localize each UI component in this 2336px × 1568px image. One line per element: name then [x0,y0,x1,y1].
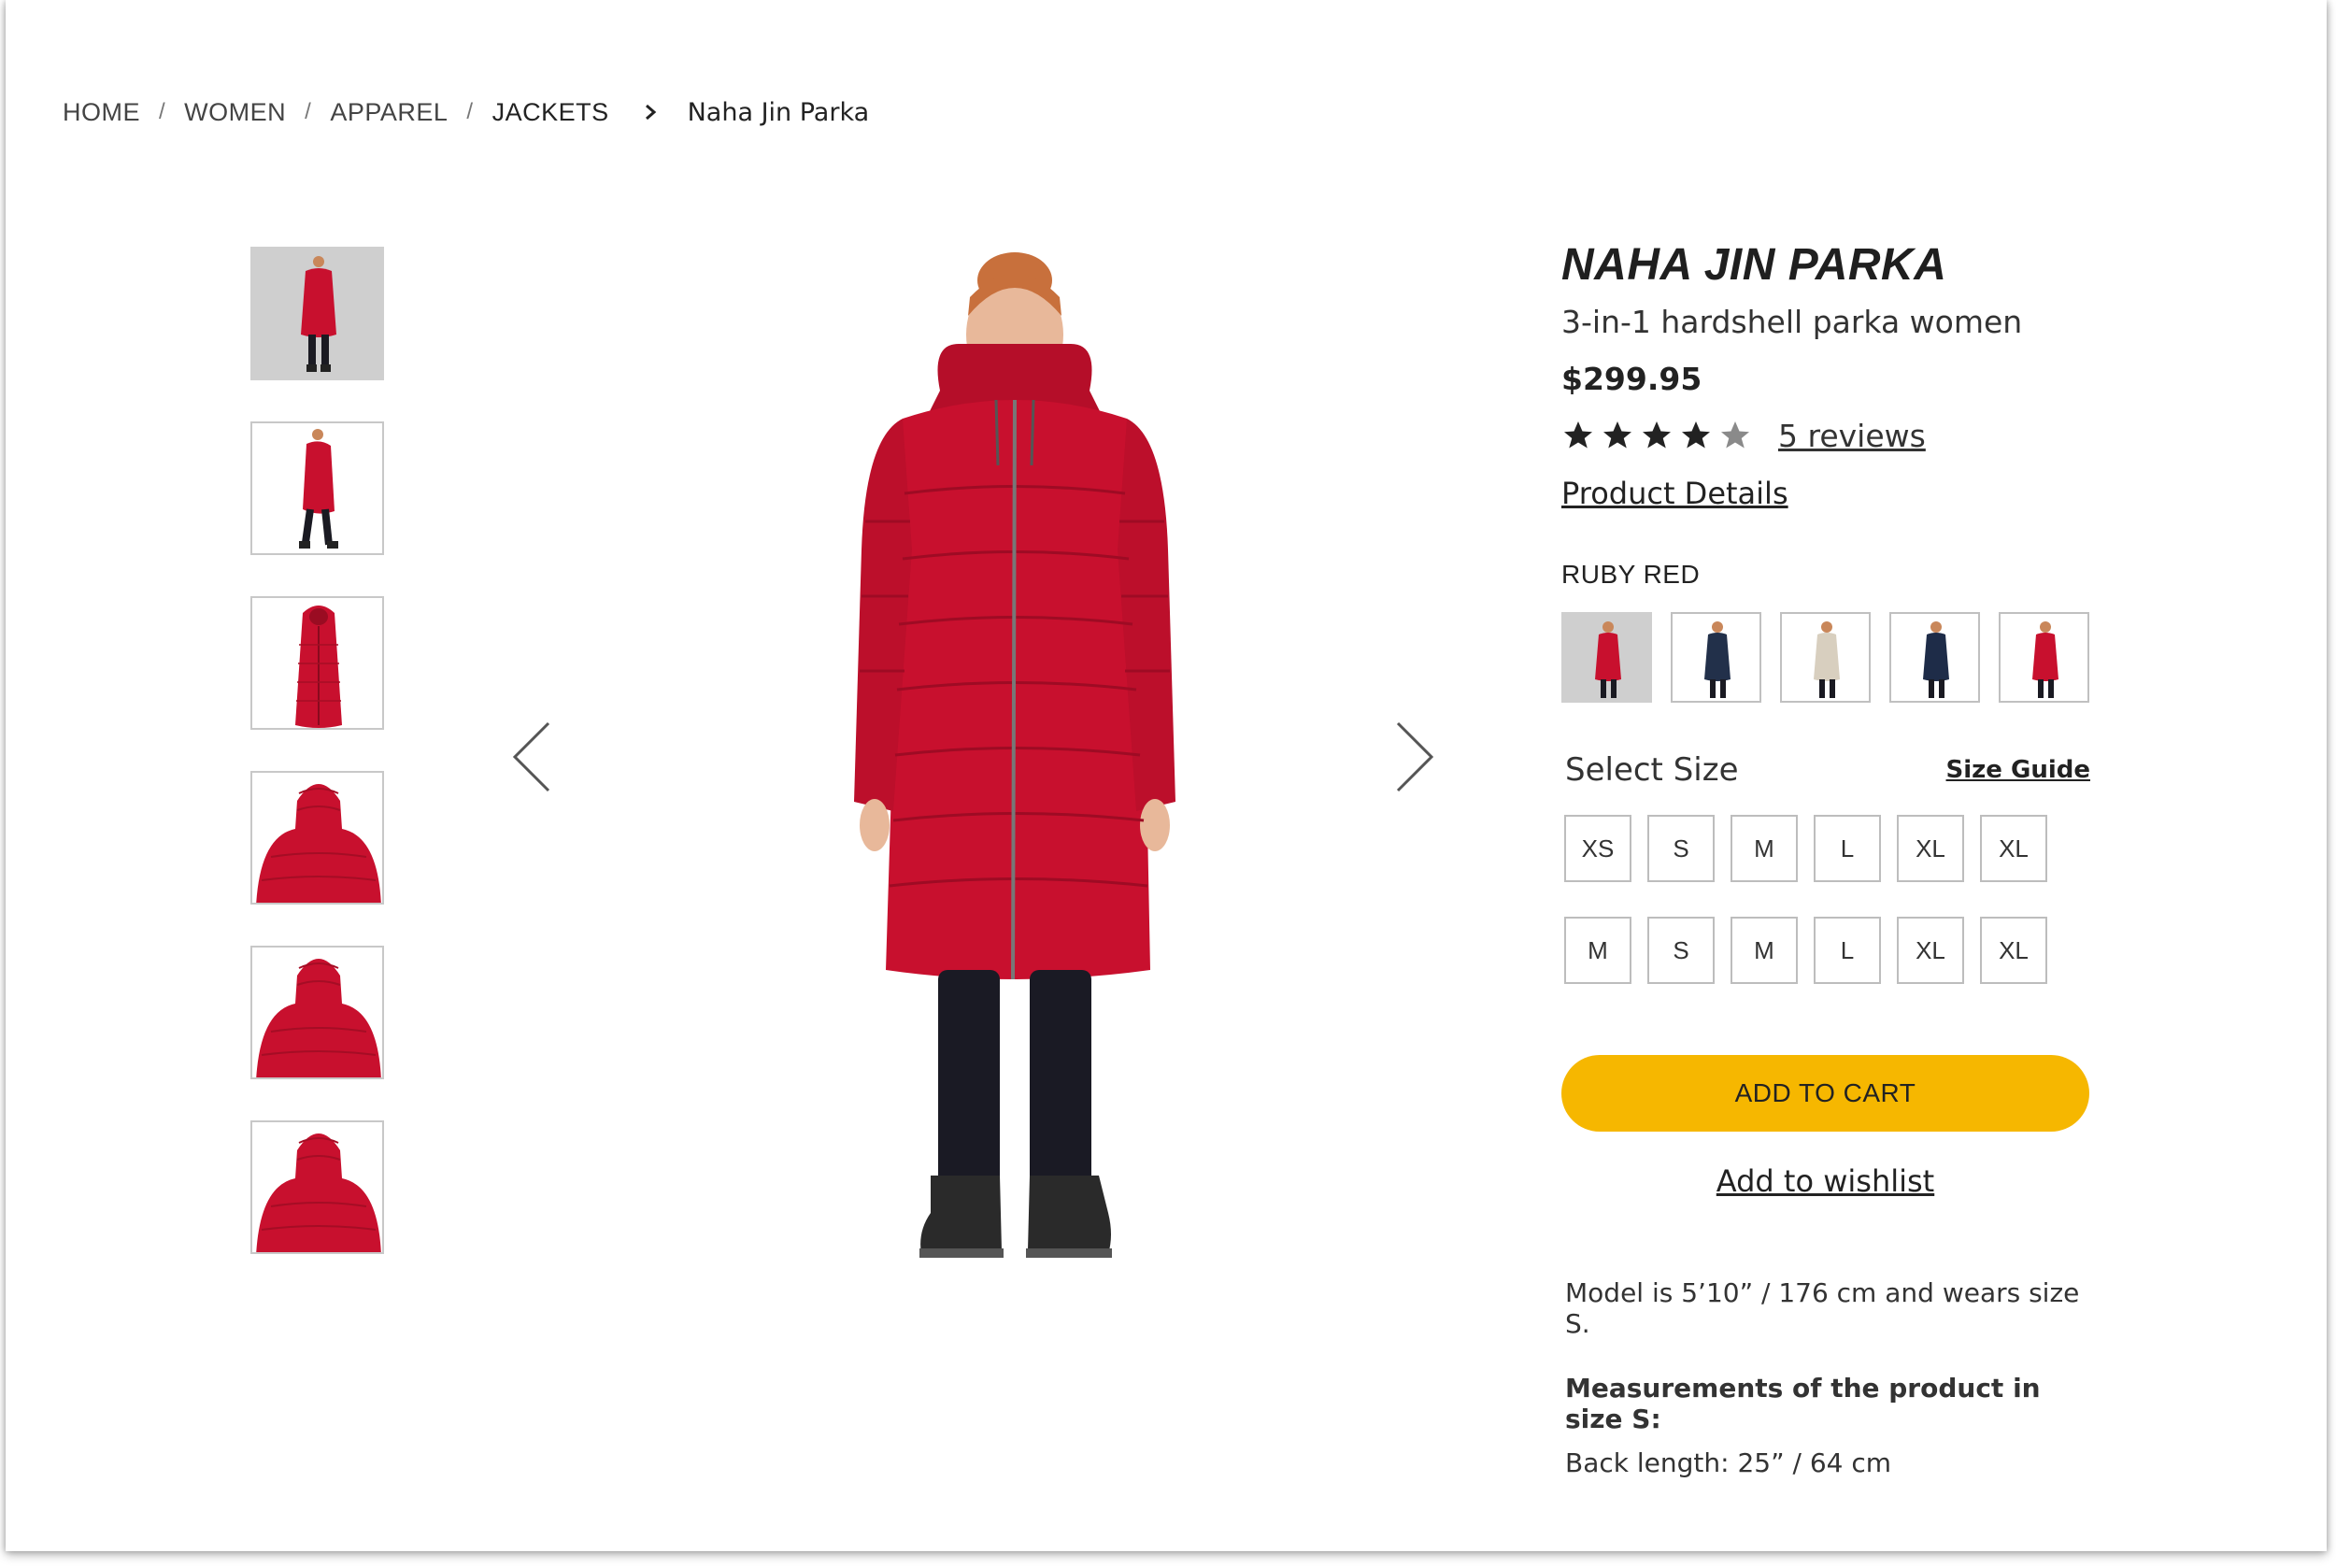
reviews-link[interactable]: 5 reviews [1778,418,1926,454]
product-price: $299.95 [1561,361,1702,397]
size-option[interactable]: XL [1897,815,1964,882]
measurements-title: Measurements of the product in size S: [1565,1373,2041,1434]
star-filled-icon [1682,421,1710,449]
thumbnail-back-1-image [256,784,381,903]
thumbnail-back-2-image [256,959,381,1077]
product-subtitle: 3-in-1 hardshell parka women [1561,304,2023,340]
model-info: Model is 5’10” / 176 cm and wears size S… [1565,1277,2080,1339]
size-option[interactable]: L [1814,917,1881,984]
thumbnail-hood-front-image [295,606,342,728]
swatch-beige[interactable] [1780,612,1871,703]
swatch-ruby-red[interactable] [1561,612,1652,703]
breadcrumb-separator: / [466,99,474,124]
thumbnail-back-3[interactable] [250,1120,384,1254]
thumbnail-side-image [299,429,338,549]
product-details-link[interactable]: Product Details [1561,476,1788,511]
breadcrumb-women[interactable]: WOMEN [184,98,286,127]
swatch-red-image [2032,621,2058,698]
swatch-navy[interactable] [1671,612,1761,703]
thumbnail-back-2[interactable] [250,946,384,1079]
size-option[interactable]: XL [1980,815,2047,882]
main-product-image [854,252,1175,1258]
breadcrumb-separator: / [305,99,312,124]
chevron-right-icon [645,104,656,121]
chevron-right-icon[interactable] [1394,721,1435,792]
add-to-cart-button[interactable]: ADD TO CART [1561,1055,2089,1132]
thumbnail-back-3-image [256,1133,381,1252]
size-option[interactable]: XL [1897,917,1964,984]
selected-color-name: RUBY RED [1561,560,1701,589]
page-frame: HOME / WOMEN / APPAREL / JACKETS Naha Ji… [6,0,2327,1551]
product-title: NAHA JIN PARKA [1561,240,1947,290]
wishlist-row: Add to wishlist [1561,1163,2089,1199]
size-option[interactable]: M [1731,917,1798,984]
swatch-beige-image [1814,621,1840,698]
thumbnail-list [250,247,384,1295]
size-option[interactable]: XS [1564,815,1631,882]
thumbnail-front[interactable] [250,247,384,380]
breadcrumb: HOME / WOMEN / APPAREL / JACKETS Naha Ji… [63,97,869,127]
breadcrumb-current: Naha Jin Parka [687,97,870,127]
star-filled-icon [1603,421,1631,449]
color-swatches [1561,612,2094,703]
star-filled-icon [1564,421,1592,449]
select-size-label: Select Size [1565,751,1739,789]
thumbnail-side[interactable] [250,421,384,555]
breadcrumb-separator: / [159,99,166,124]
size-option[interactable]: L [1814,815,1881,882]
size-header: Select Size Size Guide [1561,751,2090,789]
swatch-ruby-red-image [1595,621,1621,698]
measurements-value: Back length: 25” / 64 cm [1565,1447,1892,1478]
product-info-panel: NAHA JIN PARKA 3-in-1 hardshell parka wo… [1561,239,2094,1478]
size-option[interactable]: XL [1980,917,2047,984]
breadcrumb-apparel[interactable]: APPAREL [330,98,448,127]
thumbnail-front-image [301,256,336,372]
star-empty-icon [1721,421,1749,449]
add-to-wishlist-link[interactable]: Add to wishlist [1716,1163,1934,1199]
swatch-navy-image [1704,621,1731,698]
size-option[interactable]: S [1647,815,1715,882]
swatch-dark-blue[interactable] [1889,612,1980,703]
size-guide-link[interactable]: Size Guide [1946,756,2090,784]
rating-row: 5 reviews [1561,416,2094,455]
breadcrumb-jackets[interactable]: JACKETS [492,98,609,127]
chevron-left-icon[interactable] [511,721,552,792]
swatch-dark-blue-image [1923,621,1949,698]
fit-info: Model is 5’10” / 176 cm and wears size S… [1565,1277,2094,1478]
star-filled-icon [1643,421,1671,449]
thumbnail-back-1[interactable] [250,771,384,905]
star-rating [1561,419,1752,452]
size-option[interactable]: M [1731,815,1798,882]
size-options: XS S M L XL XL M S M L XL XL [1564,815,2094,984]
swatch-red[interactable] [1999,612,2089,703]
size-option[interactable]: M [1564,917,1631,984]
breadcrumb-home[interactable]: HOME [63,98,140,127]
thumbnail-hood-front[interactable] [250,596,384,730]
size-option[interactable]: S [1647,917,1715,984]
